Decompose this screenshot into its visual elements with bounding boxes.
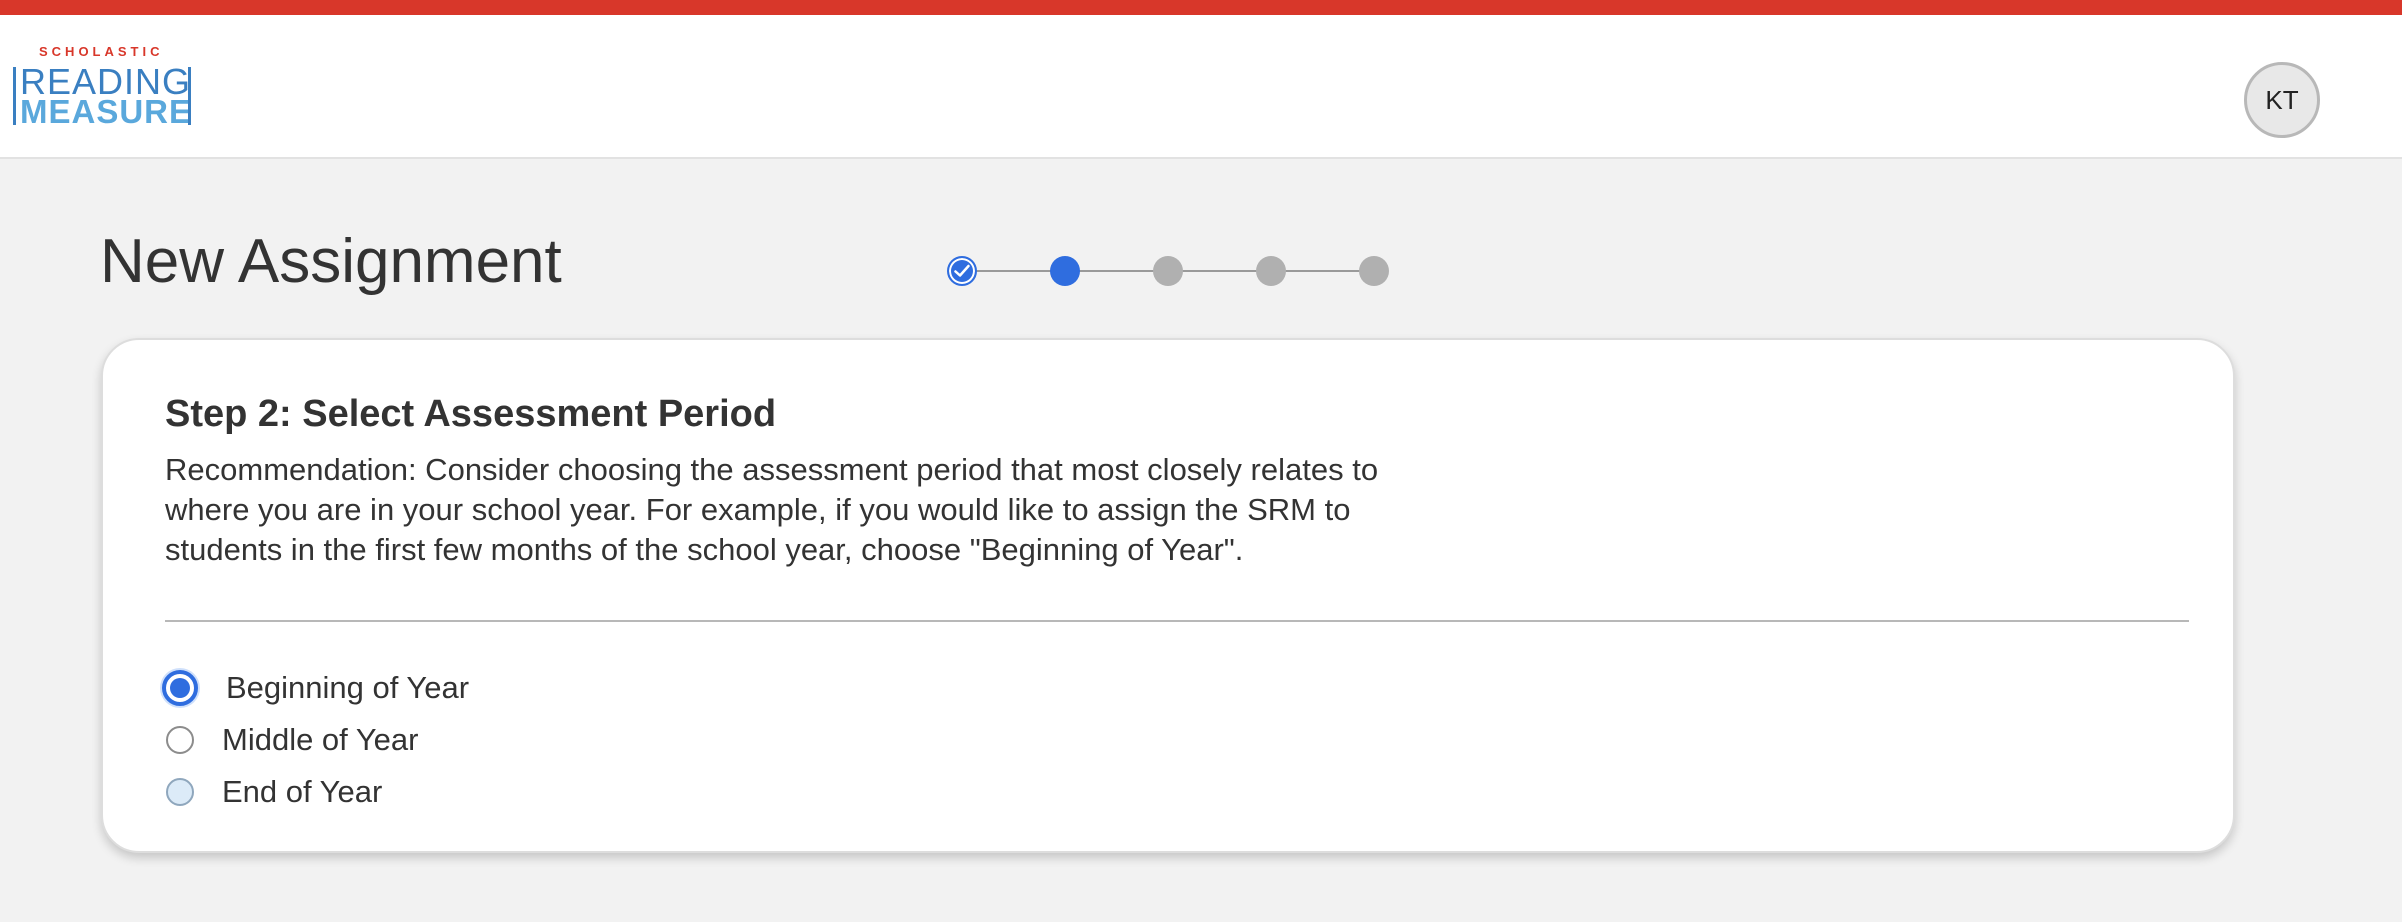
assessment-period-card: Step 2: Select Assessment Period Recomme…	[101, 338, 2235, 853]
assessment-period-radio-group: Beginning of Year Middle of Year End of …	[161, 662, 469, 818]
step-4	[1256, 256, 1286, 286]
option-label: End of Year	[222, 774, 383, 809]
option-label: Beginning of Year	[226, 670, 470, 705]
radio-beginning-of-year[interactable]	[162, 670, 198, 706]
option-end-of-year[interactable]: End of Year	[161, 766, 469, 818]
user-avatar-button[interactable]: KT	[2244, 62, 2320, 138]
step-2-current	[1050, 256, 1080, 286]
app-header: SCHOLASTIC READING MEASURE KT	[0, 15, 2402, 159]
top-accent-bar	[0, 0, 2402, 15]
progress-stepper	[947, 255, 1391, 287]
option-beginning-of-year[interactable]: Beginning of Year	[161, 662, 469, 714]
recommendation-text: Recommendation: Consider choosing the as…	[165, 452, 1379, 567]
step-title: Step 2: Select Assessment Period	[165, 393, 777, 435]
page-title: New Assignment	[100, 227, 562, 296]
scholastic-reading-measure-logo[interactable]: SCHOLASTIC READING MEASURE	[13, 44, 193, 144]
logo-brand-text: SCHOLASTIC	[39, 44, 164, 59]
step-5	[1359, 256, 1389, 286]
divider	[165, 620, 2189, 622]
option-label: Middle of Year	[222, 722, 419, 757]
radio-middle-of-year[interactable]	[166, 726, 194, 754]
step-1-completed	[947, 256, 977, 286]
radio-end-of-year[interactable]	[166, 778, 194, 806]
check-icon	[954, 264, 970, 277]
option-middle-of-year[interactable]: Middle of Year	[161, 714, 469, 766]
logo-left-bar	[13, 67, 16, 125]
step-3	[1153, 256, 1183, 286]
logo-measure-text: MEASURE	[20, 93, 193, 130]
logo-right-bar	[188, 67, 191, 125]
